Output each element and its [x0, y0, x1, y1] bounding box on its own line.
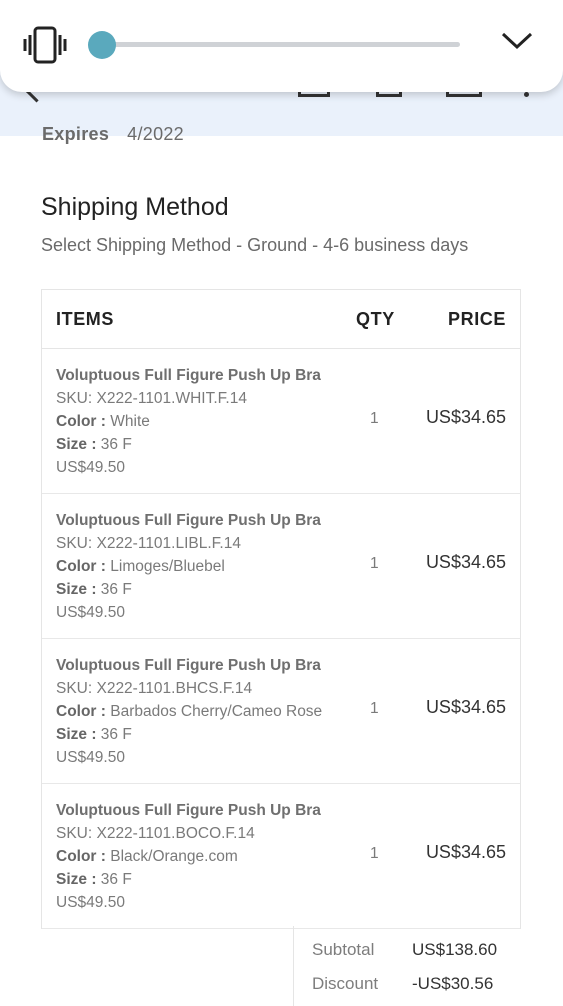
item-original-price: US$49.50 [56, 749, 125, 766]
size-label: Size : [56, 871, 97, 888]
item-size: 36 F [100, 726, 132, 743]
item-sku: SKU: X222-1101.LIBL.F.14 [56, 535, 241, 552]
discount-row: Discount -US$30.56 [312, 974, 493, 994]
item-size: 36 F [100, 871, 132, 888]
size-label: Size : [56, 436, 97, 453]
chevron-down-icon[interactable] [500, 28, 534, 52]
item-name: Voluptuous Full Figure Push Up Bra [56, 367, 321, 384]
volume-slider-thumb[interactable] [88, 31, 116, 59]
volume-panel [0, 0, 563, 92]
item-sku: SKU: X222-1101.WHIT.F.14 [56, 390, 247, 407]
item-price: US$34.65 [425, 842, 506, 862]
vibrate-phone-icon[interactable] [22, 26, 68, 64]
item-name: Voluptuous Full Figure Push Up Bra [56, 512, 321, 529]
expires-value: 4/2022 [127, 124, 184, 144]
size-label: Size : [56, 726, 97, 743]
discount-value: -US$30.56 [412, 974, 494, 993]
color-label: Color : [56, 703, 106, 720]
subtotal-value: US$138.60 [412, 940, 498, 959]
more-vert-icon[interactable] [524, 92, 529, 97]
table-row: Voluptuous Full Figure Push Up Bra SKU: … [42, 494, 520, 639]
table-row: Voluptuous Full Figure Push Up Bra SKU: … [42, 639, 520, 784]
item-original-price: US$49.50 [56, 894, 125, 911]
size-label: Size : [56, 581, 97, 598]
item-name: Voluptuous Full Figure Push Up Bra [56, 802, 321, 819]
item-color: Black/Orange.com [110, 848, 238, 865]
color-label: Color : [56, 848, 106, 865]
volume-slider-track[interactable] [100, 42, 460, 47]
header-qty: QTY [356, 309, 395, 329]
subtotal-label: Subtotal [312, 940, 375, 959]
shipping-method-subtitle: Select Shipping Method - Ground - 4-6 bu… [41, 235, 469, 255]
shipping-method-title: Shipping Method [41, 193, 229, 221]
item-color: Barbados Cherry/Cameo Rose [110, 703, 323, 720]
order-summary: Subtotal US$138.60 Discount -US$30.56 [293, 926, 522, 1006]
card-expires: Expires 4/2022 [42, 124, 184, 145]
item-name: Voluptuous Full Figure Push Up Bra [56, 657, 321, 674]
item-qty: 1 [370, 700, 379, 717]
item-color: White [110, 413, 150, 430]
item-qty: 1 [370, 410, 379, 427]
discount-label: Discount [312, 974, 379, 993]
order-items-table: ITEMS QTY PRICE Voluptuous Full Figure P… [41, 289, 521, 929]
table-header: ITEMS QTY PRICE [42, 290, 520, 349]
item-price: US$34.65 [425, 552, 506, 572]
item-price: US$34.65 [425, 697, 506, 717]
item-original-price: US$49.50 [56, 459, 125, 476]
table-row: Voluptuous Full Figure Push Up Bra SKU: … [42, 349, 520, 494]
item-original-price: US$49.50 [56, 604, 125, 621]
header-items: ITEMS [56, 309, 115, 329]
item-color: Limoges/Bluebel [110, 558, 225, 575]
expires-label: Expires [42, 124, 110, 144]
header-price: PRICE [447, 309, 506, 329]
item-qty: 1 [370, 845, 379, 862]
color-label: Color : [56, 558, 106, 575]
item-sku: SKU: X222-1101.BOCO.F.14 [56, 825, 255, 842]
color-label: Color : [56, 413, 106, 430]
table-row: Voluptuous Full Figure Push Up Bra SKU: … [42, 784, 520, 929]
item-price: US$34.65 [425, 407, 506, 427]
item-qty: 1 [370, 555, 379, 572]
item-size: 36 F [100, 436, 132, 453]
item-size: 36 F [100, 581, 132, 598]
item-sku: SKU: X222-1101.BHCS.F.14 [56, 680, 253, 697]
subtotal-row: Subtotal US$138.60 [312, 940, 497, 960]
